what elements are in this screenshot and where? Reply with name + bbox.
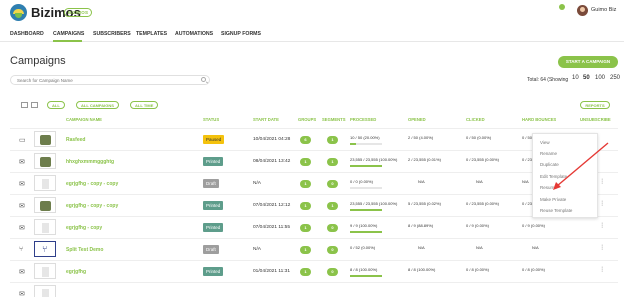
arrow-line — [556, 142, 609, 187]
annotation-arrow — [553, 142, 609, 190]
